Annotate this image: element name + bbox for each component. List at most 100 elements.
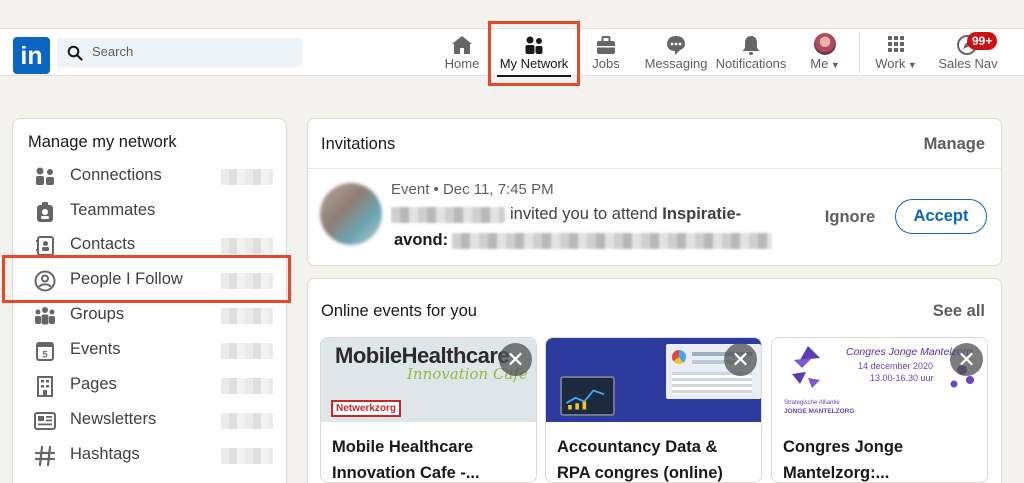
ignore-button[interactable]: Ignore	[813, 205, 887, 229]
sidebar-item-groups[interactable]: Groups	[13, 298, 288, 333]
blurred-count	[221, 169, 273, 185]
chevron-down-icon: ▼	[828, 60, 840, 70]
event-title: Mobile Healthcare Innovation Cafe -...	[332, 434, 528, 482]
banner-date: 14 december 2020	[858, 361, 934, 371]
sidebar-item-teammates[interactable]: Teammates	[13, 194, 288, 229]
sidebar-item-label: Newsletters	[70, 410, 157, 428]
briefcase-icon	[597, 36, 615, 54]
nav-messaging[interactable]: Messaging	[640, 29, 712, 76]
chart-thumbnail	[565, 389, 605, 410]
blurred-count	[221, 238, 273, 254]
close-icon[interactable]: ✕	[950, 343, 983, 376]
invite-phrase: invited you to attend	[510, 205, 658, 223]
sidebar-item-label: Contacts	[70, 235, 136, 253]
banner-tag: Netwerkzorg	[331, 400, 402, 417]
sidebar-item-label: Events	[70, 340, 121, 358]
nav-home-label: Home	[444, 56, 480, 71]
invite-text: invited you to attend Inspiratie-	[510, 205, 741, 224]
linkedin-logo[interactable]: in	[13, 37, 50, 74]
event-title: Accountancy Data & RPA congres (online)	[557, 434, 753, 482]
svg-text:5: 5	[42, 350, 47, 360]
banner-org-line2: JONGE MANTELZORG	[784, 408, 855, 415]
nav-jobs[interactable]: Jobs	[586, 29, 626, 76]
divider	[308, 168, 1001, 169]
nav-divider	[859, 33, 860, 73]
close-icon[interactable]: ✕	[724, 343, 757, 376]
event-title-line: Accountancy Data &	[557, 438, 718, 456]
search-icon	[67, 45, 83, 61]
event-card-jonge-mantelzorg[interactable]: Congres Jonge Mantelzorg 14 december 202…	[771, 337, 988, 483]
sidebar-item-label: Teammates	[70, 201, 156, 219]
inviter-avatar[interactable]	[320, 183, 382, 245]
nav-notifications-label: Notifications	[715, 56, 787, 71]
blurred-count	[221, 308, 273, 324]
nav-work-label: Work ▼	[875, 56, 917, 71]
invite-type: Event	[391, 181, 430, 198]
search-box[interactable]	[57, 38, 302, 67]
event-card-accountancy[interactable]: ✕ Accountancy Data & RPA congres (online)	[545, 337, 762, 483]
event-name-cont[interactable]: avond:	[394, 231, 448, 250]
nav-work[interactable]: Work ▼	[867, 29, 925, 76]
sidebar-item-newsletters[interactable]: Newsletters	[13, 403, 288, 438]
avatar	[814, 33, 836, 55]
search-input[interactable]	[92, 44, 292, 59]
calendar-icon: 5	[36, 342, 54, 361]
banner-time: 13.00-16.30 uur	[870, 373, 934, 383]
highlight-box-people-i-follow	[2, 255, 291, 303]
groups-icon	[35, 307, 55, 325]
blurred-count	[221, 448, 273, 464]
manage-link[interactable]: Manage	[924, 135, 985, 154]
event-title-line: Mobile Healthcare	[332, 438, 474, 456]
highlight-box-my-network	[488, 21, 580, 86]
event-title-line: Innovation Cafe -...	[332, 464, 480, 482]
sidebar-item-label: Hashtags	[70, 445, 140, 463]
grid-icon	[888, 36, 904, 52]
nav-me-label: Me ▼	[810, 56, 840, 71]
nav-jobs-label: Jobs	[592, 56, 620, 71]
newsletter-icon	[34, 412, 56, 430]
close-icon[interactable]: ✕	[499, 343, 532, 376]
sidebar-item-hashtags[interactable]: Hashtags	[13, 438, 288, 473]
event-title-line: Congres Jonge	[783, 438, 904, 456]
sidebar-item-label: Groups	[70, 305, 125, 323]
hashtag-icon	[34, 445, 56, 467]
sidebar-item-pages[interactable]: Pages	[13, 368, 288, 403]
sidebar-item-label: Pages	[70, 375, 117, 393]
nav-sales-nav-label: Sales Nav	[938, 56, 998, 71]
invite-meta: Event • Dec 11, 7:45 PM	[391, 181, 554, 198]
blurred-event-description	[452, 233, 772, 249]
nav-messaging-label: Messaging	[644, 56, 708, 71]
sidebar-item-connections[interactable]: Connections	[13, 159, 288, 194]
event-title-line: Mantelzorg:...	[783, 464, 890, 482]
connections-icon	[36, 167, 54, 185]
blurred-inviter-name	[391, 207, 505, 223]
laptop-graphic	[560, 376, 615, 416]
chat-icon	[667, 36, 685, 55]
blurred-count	[221, 413, 273, 429]
event-name[interactable]: Inspiratie-	[662, 205, 741, 223]
chevron-down-icon: ▼	[905, 60, 917, 70]
sidebar-item-events[interactable]: 5 Events	[13, 333, 288, 368]
sidebar-title: Manage my network	[28, 133, 177, 151]
teammates-icon	[37, 202, 53, 222]
event-card-mobile-healthcare[interactable]: MobileHealthcare Innovation Cafe Netwerk…	[320, 337, 537, 483]
blurred-count	[221, 343, 273, 359]
invitations-title: Invitations	[321, 135, 396, 153]
bell-icon	[742, 36, 760, 55]
events-title: Online events for you	[321, 302, 477, 320]
see-all-link[interactable]: See all	[933, 302, 985, 321]
event-title-line: RPA congres (online)	[557, 464, 723, 482]
banner-org-line1: Strategische Alliantie	[784, 400, 840, 406]
nav-home[interactable]: Home	[437, 29, 487, 76]
event-title: Congres Jonge Mantelzorg:...	[783, 434, 979, 482]
accept-button[interactable]: Accept	[895, 199, 987, 234]
nav-me[interactable]: Me ▼	[803, 29, 847, 76]
sidebar-item-label: Connections	[70, 166, 162, 184]
invite-date: Dec 11, 7:45 PM	[442, 181, 554, 198]
blurred-count	[221, 378, 273, 394]
home-icon	[452, 36, 472, 54]
contacts-icon	[36, 236, 54, 256]
building-icon	[37, 376, 53, 397]
notification-badge: 99+	[967, 32, 998, 50]
nav-notifications[interactable]: Notifications	[711, 29, 791, 76]
